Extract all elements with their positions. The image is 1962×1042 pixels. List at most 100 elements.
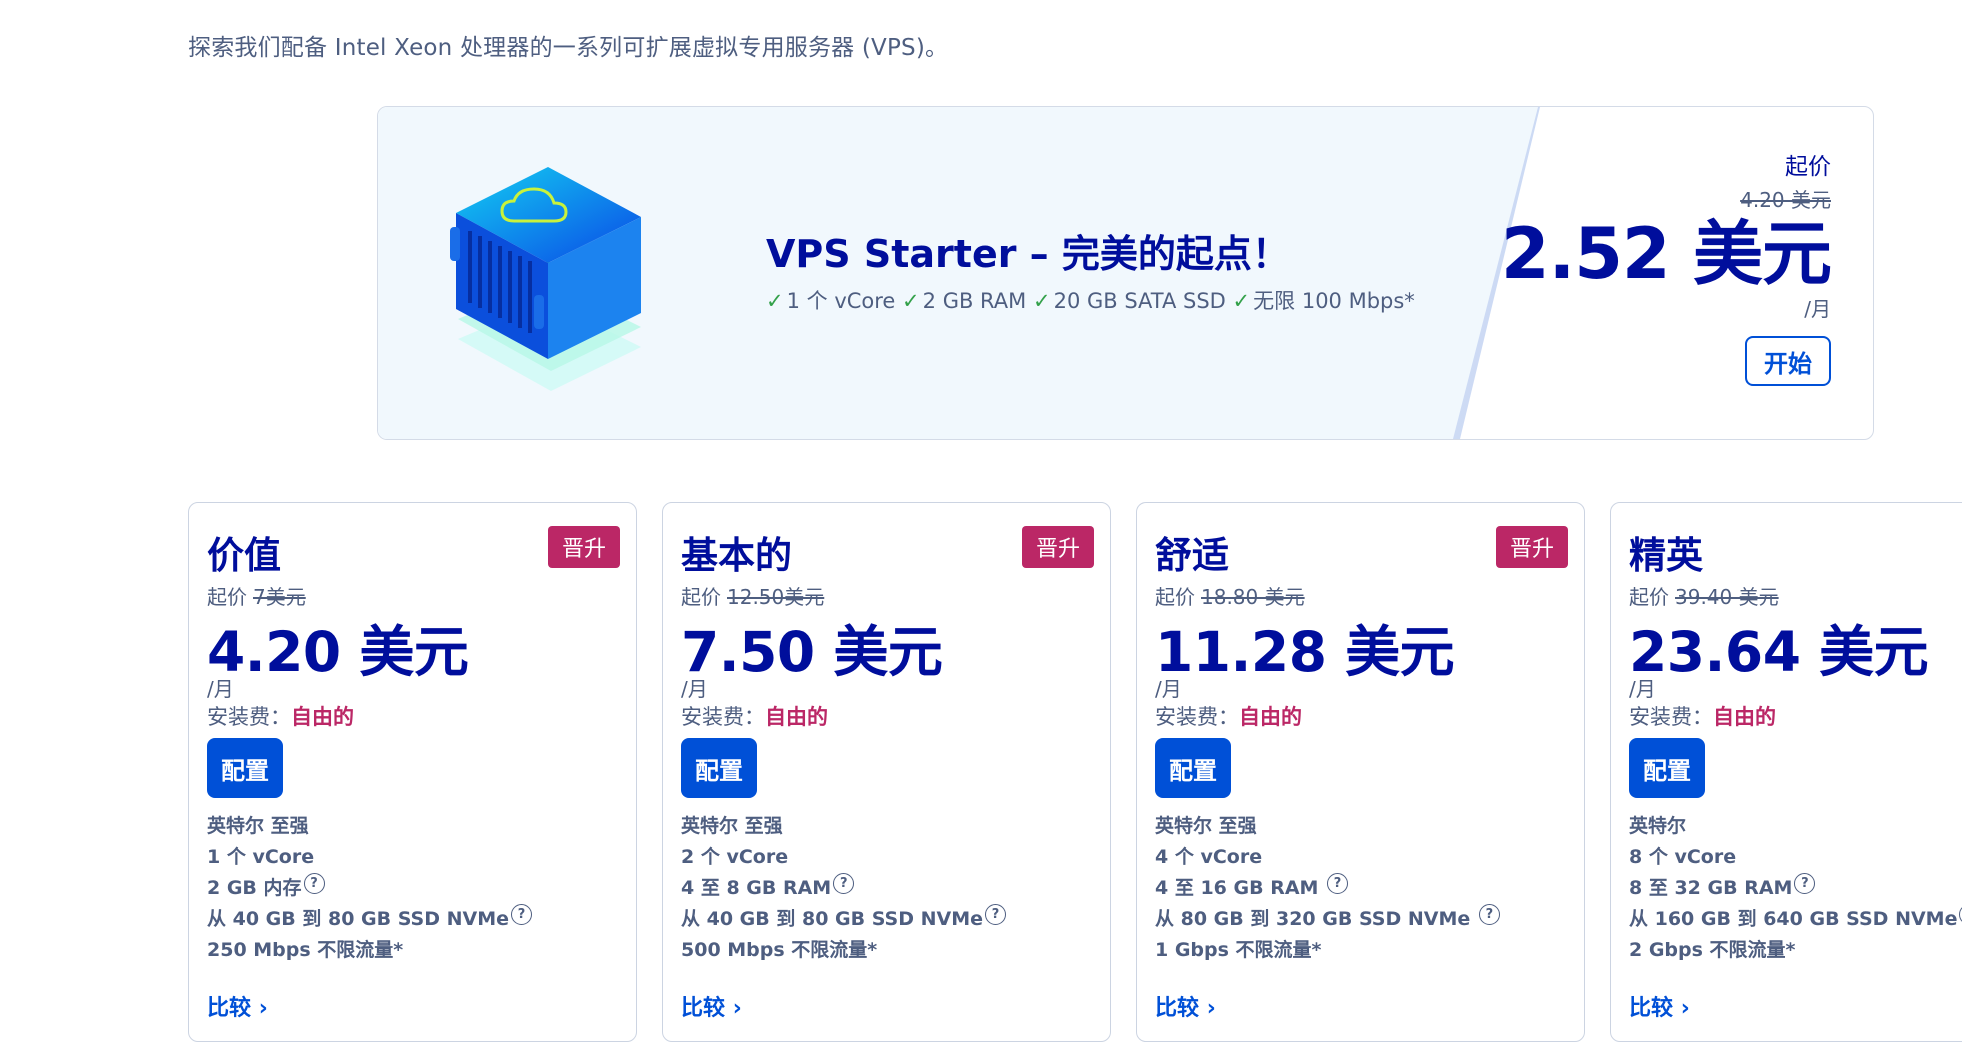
plan-price: 4.20 美元 [207,620,469,684]
spec-ram: 4 至 16 GB RAM ? [1155,873,1500,904]
spec-storage: 从 40 GB 到 80 GB SSD NVMe? [207,904,533,935]
help-icon[interactable]: ? [833,873,855,894]
help-icon[interactable]: ? [1794,873,1816,894]
promo-badge: 晋升 [548,526,620,568]
plan-from: 起价 39.40 美元 [1629,581,1779,610]
spec-cpu: 英特尔 至强 [207,815,309,837]
start-button[interactable]: 开始 [1745,336,1831,386]
check-icon: ✓ [766,288,784,313]
vps-starter-banner: VPS Starter – 完美的起点！ ✓ 1 个 vCore ✓ 2 GB RA… [377,106,1874,440]
help-icon[interactable]: ? [985,904,1007,925]
banner-price-unit: /月 [1804,297,1831,321]
help-icon[interactable]: ? [1478,904,1500,925]
plan-old-price: 39.40 美元 [1675,585,1779,609]
feature-vcore: 1 个 vCore [786,288,896,313]
plan-name: 精英 [1629,534,1703,577]
plan-price: 23.64 美元 [1629,620,1929,684]
plan-card-comfort: 舒适 晋升 起价 18.80 美元 11.28 美元 /月 安装费：自由的 配置 … [1136,502,1585,1042]
compare-link[interactable]: 比较 › [1629,990,1690,1022]
banner-features: ✓ 1 个 vCore ✓ 2 GB RAM ✓ 20 GB SATA SSD ✓ 无限… [766,285,1415,315]
feature-ram: 2 GB RAM [922,288,1027,313]
spec-vcore: 4 个 vCore [1155,846,1263,868]
spec-vcore: 8 个 vCore [1629,846,1737,868]
spec-storage: 从 40 GB 到 80 GB SSD NVMe? [681,904,1007,935]
plan-from-label: 起价 [207,585,247,609]
spec-cpu: 英特尔 [1629,815,1687,837]
server-cloud-illustration [450,167,641,391]
spec-vcore: 2 个 vCore [681,846,789,868]
spec-ram-text: 2 GB 内存 [207,877,302,899]
banner-from-label: 起价 [1785,154,1831,180]
spec-storage-text: 从 160 GB 到 640 GB SSD NVMe [1629,908,1958,930]
banner-old-price: 4.20 美元 [1740,188,1831,212]
compare-link[interactable]: 比较 › [1155,990,1216,1022]
configure-button[interactable]: 配置 [1155,738,1231,798]
plan-old-price: 12.50美元 [727,585,825,609]
spec-storage-text: 从 40 GB 到 80 GB SSD NVMe [681,908,984,930]
plan-from: 起价 18.80 美元 [1155,581,1305,610]
setup-fee: 安装费：自由的 [1629,701,1776,731]
spec-ram-text: 4 至 8 GB RAM [681,877,832,899]
plan-from-label: 起价 [1155,585,1195,609]
setup-fee-label: 安装费： [681,705,765,729]
configure-button[interactable]: 配置 [1629,738,1705,798]
plan-from: 起价 7美元 [207,581,306,610]
plan-card-elite: 精英 起价 39.40 美元 23.64 美元 /月 安装费：自由的 配置 英特尔… [1610,502,1962,1042]
feature-bandwidth: 无限 100 Mbps* [1253,288,1415,313]
help-icon[interactable]: ? [1327,873,1349,894]
spec-storage: 从 80 GB 到 320 GB SSD NVMe ? [1155,904,1500,935]
spec-ram-text: 8 至 32 GB RAM [1629,877,1793,899]
check-icon: ✓ [902,288,920,313]
check-icon: ✓ [1032,288,1051,313]
check-icon: ✓ [1232,288,1251,313]
spec-bandwidth: 2 Gbps 不限流量* [1629,939,1796,961]
plan-price-unit: /月 [207,677,234,701]
setup-fee: 安装费：自由的 [1155,701,1302,731]
promo-badge: 晋升 [1022,526,1094,568]
compare-link[interactable]: 比较 › [681,990,742,1022]
setup-fee-label: 安装费： [1629,705,1713,729]
spec-bandwidth: 1 Gbps 不限流量* [1155,939,1322,961]
plan-from-label: 起价 [1629,585,1669,609]
plan-specs: 英特尔 至强 4 个 vCore 4 至 16 GB RAM ? 从 80 GB… [1155,811,1500,966]
help-icon[interactable]: ? [511,904,533,925]
compare-link[interactable]: 比较 › [207,990,268,1022]
feature-storage: 20 GB SATA SSD [1053,288,1226,313]
plan-from-label: 起价 [681,585,721,609]
spec-ram: 2 GB 内存? [207,873,532,904]
banner-title: VPS Starter – 完美的起点！ [766,232,1290,276]
configure-button[interactable]: 配置 [207,738,283,798]
setup-fee-value: 自由的 [1239,705,1302,729]
spec-bandwidth: 250 Mbps 不限流量* [207,939,404,961]
plan-name: 价值 [207,534,281,577]
plan-old-price: 18.80 美元 [1201,585,1305,609]
help-icon[interactable]: ? [303,873,325,894]
setup-fee-value: 自由的 [291,705,354,729]
spec-ram: 8 至 32 GB RAM? [1629,873,1962,904]
spec-cpu: 英特尔 至强 [1155,815,1257,837]
setup-fee: 安装费：自由的 [681,701,828,731]
plan-price: 11.28 美元 [1155,620,1455,684]
plan-card-value: 价值 晋升 起价 7美元 4.20 美元 /月 安装费：自由的 配置 英特尔 至强… [188,502,637,1042]
setup-fee-value: 自由的 [1713,705,1776,729]
spec-cpu: 英特尔 至强 [681,815,783,837]
plan-price: 7.50 美元 [681,620,943,684]
plan-price-unit: /月 [1155,677,1182,701]
plan-from: 起价 12.50美元 [681,581,824,610]
plan-specs: 英特尔 8 个 vCore 8 至 32 GB RAM? 从 160 GB 到 … [1629,811,1962,966]
setup-fee: 安装费：自由的 [207,701,354,731]
spec-ram-text: 4 至 16 GB RAM [1155,877,1319,899]
spec-storage-text: 从 40 GB 到 80 GB SSD NVMe [207,908,510,930]
plan-price-unit: /月 [1629,677,1656,701]
spec-storage: 从 160 GB 到 640 GB SSD NVMe? [1629,904,1962,935]
banner-text: VPS Starter – 完美的起点！ ✓ 1 个 vCore ✓ 2 GB RA… [766,232,1415,315]
setup-fee-value: 自由的 [765,705,828,729]
spec-storage-text: 从 80 GB 到 320 GB SSD NVMe [1155,908,1471,930]
plan-name: 基本的 [681,534,792,577]
configure-button[interactable]: 配置 [681,738,757,798]
spec-bandwidth: 500 Mbps 不限流量* [681,939,878,961]
banner-price: 2.52 美元 [1500,213,1832,295]
plan-specs: 英特尔 至强 1 个 vCore 2 GB 内存? 从 40 GB 到 80 G… [207,811,533,966]
banner-price-block: 起价 4.20 美元 2.52 美元 /月 [1500,147,1832,322]
page-intro: 探索我们配备 Intel Xeon 处理器的一系列可扩展虚拟专用服务器 (VPS… [188,35,949,61]
